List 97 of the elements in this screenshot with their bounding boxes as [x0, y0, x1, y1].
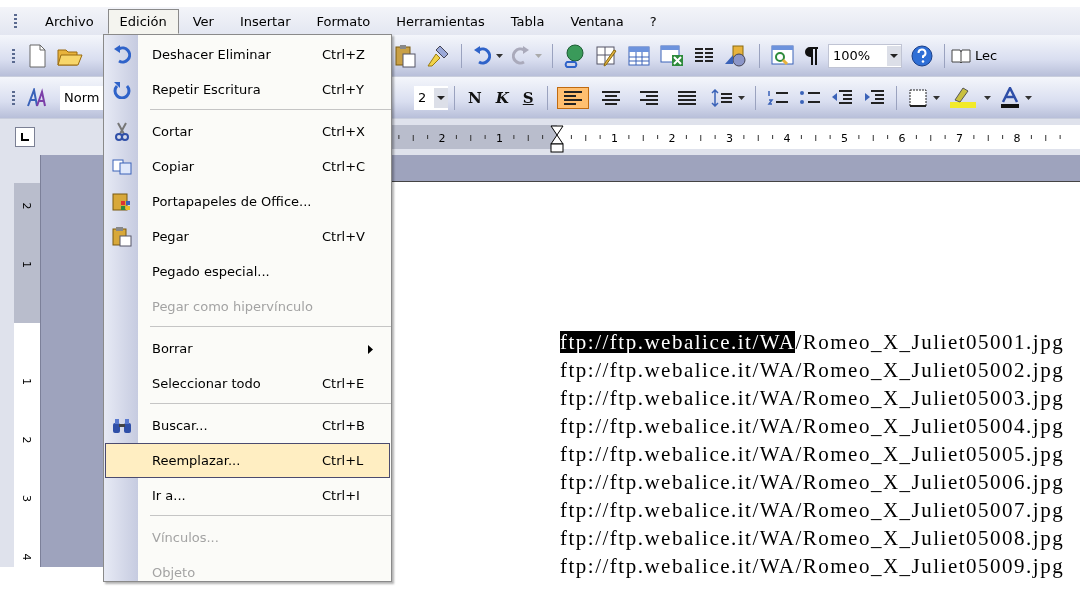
dropdown-arrow-icon[interactable]: [983, 95, 991, 100]
menu-bar-item[interactable]: Herramientas: [384, 8, 497, 34]
paragraph-mark-icon[interactable]: [805, 45, 819, 66]
menu-item[interactable]: Borrar: [105, 331, 390, 366]
highlighter-icon[interactable]: [948, 86, 979, 109]
paste-clipboard-icon[interactable]: [394, 43, 416, 68]
document-line: ftp://ftp.webalice.it/WA/Romeo_X_Juliet05002.jpg: [560, 357, 1066, 384]
menu-bar-item[interactable]: Formato: [304, 8, 383, 34]
ruler-number: 3: [20, 495, 33, 502]
copy-pages-icon: [112, 158, 132, 175]
numbered-list-icon[interactable]: [766, 88, 789, 107]
undo-arrow-icon[interactable]: [473, 45, 491, 66]
menu-bar-item[interactable]: Tabla: [498, 8, 557, 34]
line-spacing-icon[interactable]: [710, 88, 733, 107]
columns-icon[interactable]: [694, 46, 714, 65]
justify-icon: [676, 90, 697, 105]
menu-bar-item[interactable]: Insertar: [227, 8, 303, 34]
ruler-number: 1: [20, 378, 33, 385]
indent-marker-icon[interactable]: [550, 125, 564, 153]
menu-bar-item[interactable]: Ventana: [558, 8, 636, 34]
scissors-icon: [115, 121, 129, 142]
insert-table-icon[interactable]: [628, 45, 650, 66]
borders-icon[interactable]: [907, 87, 928, 108]
clipboard-icon: [112, 191, 132, 212]
bulleted-list-icon[interactable]: [798, 88, 821, 107]
ruler-number: 5: [841, 132, 848, 145]
ruler-number: 2: [438, 132, 446, 145]
menu-bar-item[interactable]: ?: [637, 8, 669, 34]
grip-handle-icon[interactable]: [14, 14, 17, 28]
menu-bar-item[interactable]: Archivo: [33, 8, 106, 34]
grip-handle-icon[interactable]: [12, 48, 15, 63]
help-icon[interactable]: [911, 44, 933, 67]
dropdown-arrow-icon[interactable]: [1024, 95, 1032, 100]
ruler-number: 2: [20, 202, 33, 210]
document-line: ftp://ftp.webalice.it/WA/Romeo_X_Juliet05007.jpg: [560, 497, 1066, 524]
document-line: ftp://ftp.webalice.it/WA/Romeo_X_Juliet05008.jpg: [560, 525, 1066, 552]
menu-item[interactable]: Cortar Ctrl+X: [105, 114, 390, 149]
tab-selector-button[interactable]: [15, 127, 35, 147]
document-map-icon[interactable]: [771, 44, 795, 67]
read-button[interactable]: Lec: [951, 45, 998, 66]
ruler-number: 2: [668, 132, 676, 145]
menu-item[interactable]: Ir a... Ctrl+I: [105, 478, 390, 513]
grip-handle-icon[interactable]: [12, 90, 15, 105]
document-line: ftp://ftp.webalice.it/WA/Romeo_X_Juliet05009.jpg: [560, 553, 1066, 580]
align-left-button[interactable]: [556, 86, 589, 109]
menu-item[interactable]: Copiar Ctrl+C: [105, 149, 390, 184]
menu-bar-item[interactable]: Ver: [180, 8, 226, 34]
align-right-icon: [638, 90, 659, 105]
left-tab-icon: [21, 133, 29, 141]
format-painter-icon[interactable]: [426, 43, 450, 68]
open-book-icon: [951, 47, 971, 64]
ruler-number: 1: [611, 132, 618, 145]
font-color-icon[interactable]: [999, 86, 1020, 109]
ruler-number: 4: [783, 132, 791, 145]
submenu-arrow-icon: [368, 345, 373, 354]
document-line: ftp://ftp.webalice.it/WA/Romeo_X_Juliet05006.jpg: [560, 469, 1066, 496]
menu-item[interactable]: Pegado especial...: [105, 254, 390, 289]
menu-item[interactable]: Reemplazar... Ctrl+L: [105, 443, 390, 478]
decrease-indent-icon[interactable]: [830, 88, 853, 107]
table-pencil-icon[interactable]: [596, 44, 618, 67]
dropdown-arrow-icon[interactable]: [496, 53, 503, 58]
undo-arrow-icon: [113, 44, 131, 65]
increase-indent-icon[interactable]: [862, 88, 885, 107]
styles-icon[interactable]: [27, 87, 49, 108]
zoom-combo-box[interactable]: 100%: [828, 43, 902, 68]
document-line: ftp://ftp.webalice.it/WA/Romeo_X_Juliet05004.jpg: [560, 413, 1066, 440]
ruler-number: 1: [496, 132, 503, 145]
ruler-number: 8: [1013, 132, 1021, 145]
document-line: ftp://ftp.webalice.it/WA/Romeo_X_Juliet05003.jpg: [560, 385, 1066, 412]
redo-arrow-icon: [113, 80, 131, 99]
binoculars-icon: [112, 417, 132, 434]
menu-item[interactable]: Deshacer Eliminar Ctrl+Z: [105, 37, 390, 72]
font-size-combo-box[interactable]: 2: [414, 85, 448, 110]
menu-bar-item[interactable]: Edición: [107, 8, 179, 34]
ruler-number: 3: [726, 132, 733, 145]
menu-item[interactable]: Buscar... Ctrl+B: [105, 408, 390, 443]
ruler-number: 6: [898, 132, 906, 145]
ruler-number: 2: [20, 436, 33, 444]
italic-button[interactable]: K: [488, 88, 516, 107]
bold-button[interactable]: N: [461, 88, 489, 107]
globe-link-icon[interactable]: [564, 43, 586, 68]
align-left-icon: [562, 90, 583, 105]
dropdown-arrow-icon[interactable]: [737, 95, 745, 100]
underline-button[interactable]: S: [515, 88, 541, 107]
paste-clipboard-icon: [112, 226, 132, 247]
document-line: ftp://ftp.webalice.it/WA/Romeo_X_Juliet05005.jpg: [560, 441, 1066, 468]
spreadsheet-icon[interactable]: [660, 44, 684, 67]
ruler-number: 7: [956, 132, 963, 145]
new-document-icon[interactable]: [27, 43, 47, 68]
dropdown-arrow-icon[interactable]: [932, 95, 940, 100]
ruler-number: 1: [20, 261, 33, 268]
menu-item[interactable]: Seleccionar todo Ctrl+E: [105, 366, 390, 401]
ruler-number: 4: [20, 553, 33, 561]
drawing-shapes-icon[interactable]: [724, 43, 748, 68]
align-center-icon: [600, 90, 621, 105]
menu-item[interactable]: Portapapeles de Office...: [105, 184, 390, 219]
menu-item[interactable]: Pegar Ctrl+V: [105, 219, 390, 254]
